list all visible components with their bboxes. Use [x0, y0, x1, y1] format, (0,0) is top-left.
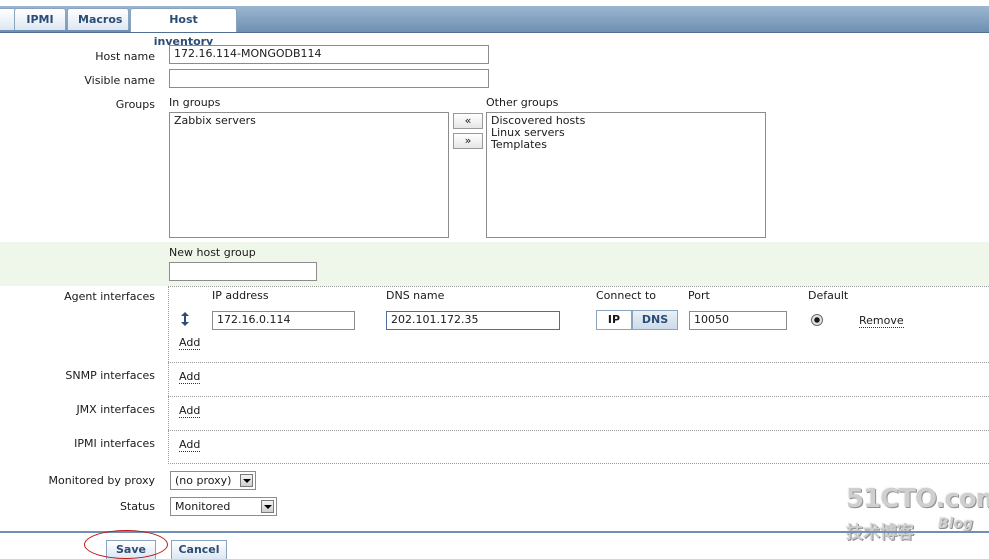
connect-dns-button[interactable]: DNS: [632, 310, 678, 330]
other-groups-heading: Other groups: [486, 96, 559, 109]
in-groups-heading: In groups: [169, 96, 221, 109]
other-groups-list[interactable]: Discovered hosts Linux servers Templates: [486, 112, 766, 238]
new-host-group-label: New host group: [169, 246, 256, 259]
groups-label: Groups: [115, 98, 155, 111]
status-select-value: Monitored: [175, 500, 231, 513]
col-connect-header: Connect to: [596, 289, 657, 302]
agent-ip-input[interactable]: 172.16.0.114: [212, 311, 355, 330]
watermark-logo: 51CTO.com: [846, 484, 989, 514]
snmp-add-link[interactable]: Add: [179, 371, 201, 384]
updown-arrow-icon[interactable]: [180, 312, 190, 326]
connect-ip-button[interactable]: IP: [596, 310, 632, 330]
tab-ipmi[interactable]: IPMI: [14, 8, 66, 30]
col-dns-header: DNS name: [386, 289, 445, 302]
move-left-button[interactable]: «: [453, 113, 483, 129]
visible-name-label: Visible name: [84, 74, 155, 87]
host-name-label: Host name: [95, 50, 155, 63]
snmp-interfaces-panel: [168, 362, 989, 396]
list-item[interactable]: Templates: [491, 139, 761, 151]
ipmi-add-link[interactable]: Add: [179, 439, 201, 452]
snmp-interfaces-label: SNMP interfaces: [65, 369, 155, 382]
cancel-button[interactable]: Cancel: [171, 540, 227, 559]
jmx-interfaces-panel: [168, 396, 989, 430]
ipmi-interfaces-label: IPMI interfaces: [74, 437, 155, 450]
ipmi-interfaces-panel: [168, 430, 989, 464]
tab-macros[interactable]: Macros: [67, 8, 129, 30]
jmx-add-link[interactable]: Add: [179, 405, 201, 418]
status-label: Status: [119, 500, 155, 513]
status-select[interactable]: Monitored: [170, 497, 277, 516]
new-host-group-input[interactable]: [169, 262, 317, 281]
agent-port-input[interactable]: 10050: [689, 311, 787, 330]
col-default-header: Default: [808, 289, 849, 302]
proxy-label: Monitored by proxy: [48, 474, 155, 487]
chevron-down-icon[interactable]: [240, 474, 253, 487]
remove-interface-link[interactable]: Remove: [859, 315, 904, 328]
agent-dns-input[interactable]: 202.101.172.35: [386, 311, 560, 330]
proxy-select[interactable]: (no proxy): [170, 471, 256, 490]
proxy-select-value: (no proxy): [175, 474, 232, 487]
default-radio[interactable]: [811, 314, 823, 326]
col-port-header: Port: [688, 289, 710, 302]
host-name-input[interactable]: 172.16.114-MONGODB114: [169, 45, 489, 64]
new-group-row: [0, 242, 989, 286]
move-right-button[interactable]: »: [453, 133, 483, 149]
jmx-interfaces-label: JMX interfaces: [76, 403, 155, 416]
list-item[interactable]: Zabbix servers: [174, 115, 444, 127]
agent-interfaces-label: Agent interfaces: [64, 290, 155, 303]
in-groups-list[interactable]: Zabbix servers: [169, 112, 449, 238]
save-highlight-circle: [84, 530, 168, 559]
watermark-blog: Blog: [938, 516, 974, 532]
tab-host-inventory[interactable]: Host inventory: [130, 8, 237, 48]
col-ip-header: IP address: [212, 289, 269, 302]
visible-name-input[interactable]: [169, 69, 489, 88]
agent-add-link[interactable]: Add: [179, 337, 201, 350]
chevron-down-icon[interactable]: [261, 500, 274, 513]
